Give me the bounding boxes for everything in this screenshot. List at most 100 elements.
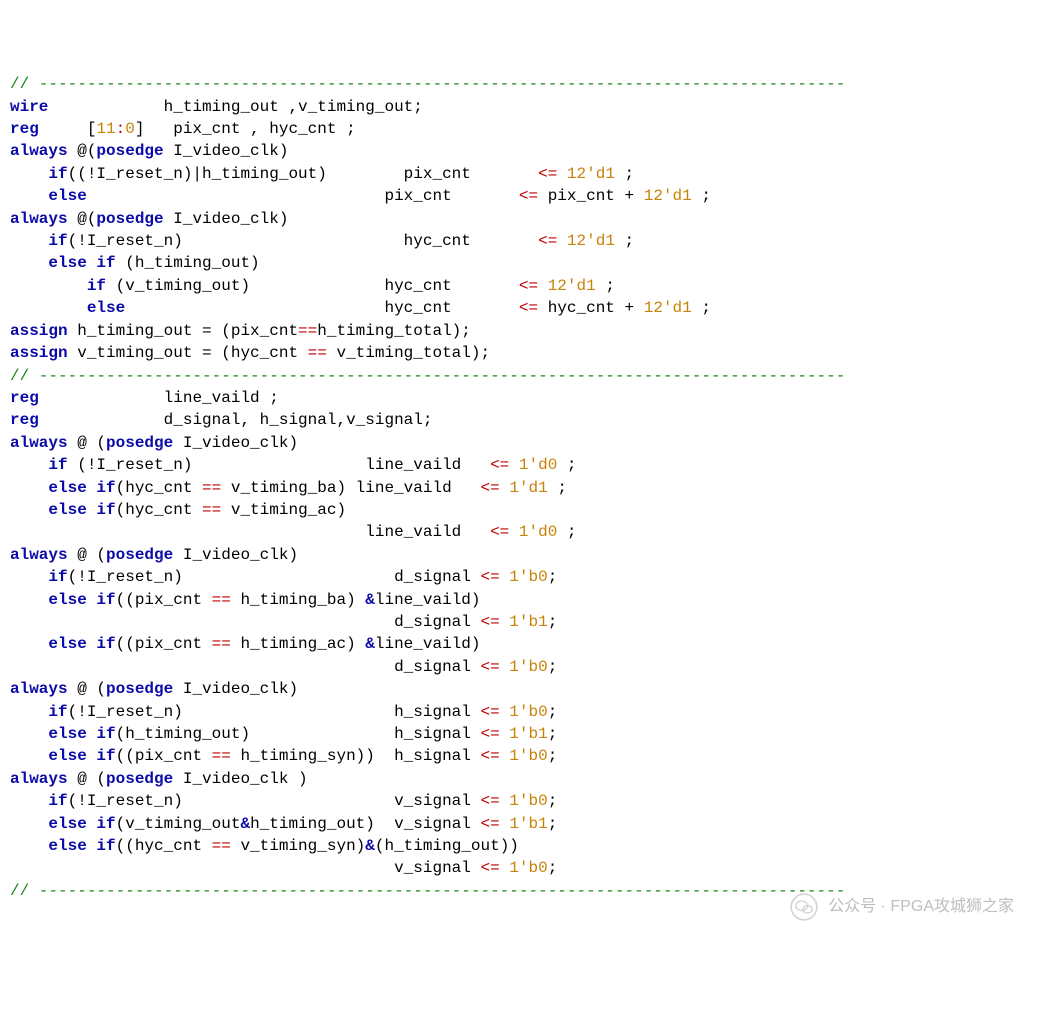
code-token: if (87, 277, 106, 295)
code-token: else if (48, 725, 115, 743)
code-line: if(!I_reset_n) h_signal <= 1'b0; (10, 701, 1034, 723)
code-token: <= (481, 815, 500, 833)
code-token: h_timing_out = (pix_cnt (68, 322, 298, 340)
code-token: <= (538, 232, 557, 250)
code-token: always (10, 680, 68, 698)
code-token: ; (615, 165, 634, 183)
code-token: <= (481, 479, 500, 497)
code-line: wire h_timing_out ,v_timing_out; (10, 96, 1034, 118)
code-token: (!I_reset_n) d_signal (68, 568, 481, 586)
code-token: posedge (96, 142, 163, 160)
code-token: line_vaild) (375, 591, 481, 609)
code-token: == (202, 501, 221, 519)
code-token: (!I_reset_n) hyc_cnt (68, 232, 538, 250)
code-token: 12'd1 (644, 299, 692, 317)
code-token: @( (68, 142, 97, 160)
code-token: posedge (106, 770, 173, 788)
code-token (10, 725, 48, 743)
code-token: reg (10, 411, 39, 429)
code-token (10, 837, 48, 855)
code-token: I_video_clk) (164, 142, 289, 160)
code-token: I_video_clk) (164, 210, 289, 228)
code-token (10, 165, 48, 183)
code-token: (!I_reset_n) v_signal (68, 792, 481, 810)
code-token: hyc_cnt + (538, 299, 644, 317)
code-line: if((!I_reset_n)|h_timing_out) pix_cnt <=… (10, 163, 1034, 185)
code-token: <= (480, 747, 499, 765)
code-token (557, 165, 567, 183)
code-line: assign h_timing_out = (pix_cnt==h_timing… (10, 320, 1034, 342)
code-token: pix_cnt + (538, 187, 644, 205)
code-token: ; (548, 747, 558, 765)
code-token (500, 792, 510, 810)
code-token: I_video_clk) (173, 434, 298, 452)
code-token (509, 523, 519, 541)
code-token (10, 277, 87, 295)
code-line: d_signal <= 1'b1; (10, 611, 1034, 633)
code-token: & (365, 635, 375, 653)
code-token: (v_timing_out) hyc_cnt (106, 277, 519, 295)
code-line: else if(hyc_cnt == v_timing_ac) (10, 499, 1034, 521)
code-token: 1'b0 (509, 859, 547, 877)
code-token: always (10, 770, 68, 788)
code-token: ; (615, 232, 634, 250)
code-token: h_timing_total); (317, 322, 471, 340)
code-token: & (240, 815, 250, 833)
code-token: ; (548, 568, 558, 586)
code-token: ; (548, 725, 558, 743)
code-token: 0 (125, 120, 135, 138)
code-token: 1'd0 (519, 456, 557, 474)
code-token: else (48, 187, 86, 205)
code-token (500, 613, 510, 631)
code-token: always (10, 434, 68, 452)
code-token: line_vaild) (375, 635, 481, 653)
code-token: <= (490, 456, 509, 474)
code-line: else if(h_timing_out) h_signal <= 1'b1; (10, 723, 1034, 745)
code-token (10, 232, 48, 250)
code-token (10, 747, 48, 765)
code-token: ; (548, 613, 558, 631)
code-token: always (10, 546, 68, 564)
code-token: else if (48, 254, 115, 272)
code-token: v_signal (10, 859, 480, 877)
code-token (10, 703, 48, 721)
code-token: pix_cnt (87, 187, 519, 205)
code-token: @( (68, 210, 97, 228)
code-line: d_signal <= 1'b0; (10, 656, 1034, 678)
code-token: else (87, 299, 125, 317)
code-token: 1'b1 (509, 613, 547, 631)
code-token: ; (596, 277, 615, 295)
code-token: ; (548, 792, 558, 810)
code-token: [ (39, 120, 97, 138)
code-token (500, 568, 510, 586)
code-token: 12'd1 (567, 232, 615, 250)
code-line: else if(hyc_cnt == v_timing_ba) line_vai… (10, 477, 1034, 499)
code-token: 1'b0 (509, 747, 547, 765)
code-token: // -------------------------------------… (10, 882, 845, 900)
code-token: if (48, 568, 67, 586)
code-token: 1'b1 (509, 725, 547, 743)
code-token: == (202, 479, 221, 497)
code-token: <= (519, 299, 538, 317)
code-line: if(!I_reset_n) v_signal <= 1'b0; (10, 790, 1034, 812)
code-token: reg (10, 389, 39, 407)
code-token (500, 725, 510, 743)
code-token: if (48, 456, 67, 474)
code-token: <= (490, 523, 509, 541)
code-token: I_video_clk) (173, 680, 298, 698)
code-line: if (!I_reset_n) line_vaild <= 1'd0 ; (10, 454, 1034, 476)
code-token (10, 635, 48, 653)
code-token: ; (548, 859, 558, 877)
code-token: line_vaild ; (39, 389, 279, 407)
code-token: ((pix_cnt (116, 591, 212, 609)
code-line: always @ (posedge I_video_clk ) (10, 768, 1034, 790)
code-token: line_vaild (10, 523, 490, 541)
code-token: 12'd1 (644, 187, 692, 205)
code-token: 1'b0 (509, 658, 547, 676)
code-token: @ ( (68, 434, 106, 452)
code-line: else if(v_timing_out&h_timing_out) v_sig… (10, 813, 1034, 835)
code-line: else pix_cnt <= pix_cnt + 12'd1 ; (10, 185, 1034, 207)
code-token (500, 815, 510, 833)
code-token: (hyc_cnt (116, 501, 202, 519)
code-token: <= (538, 165, 557, 183)
